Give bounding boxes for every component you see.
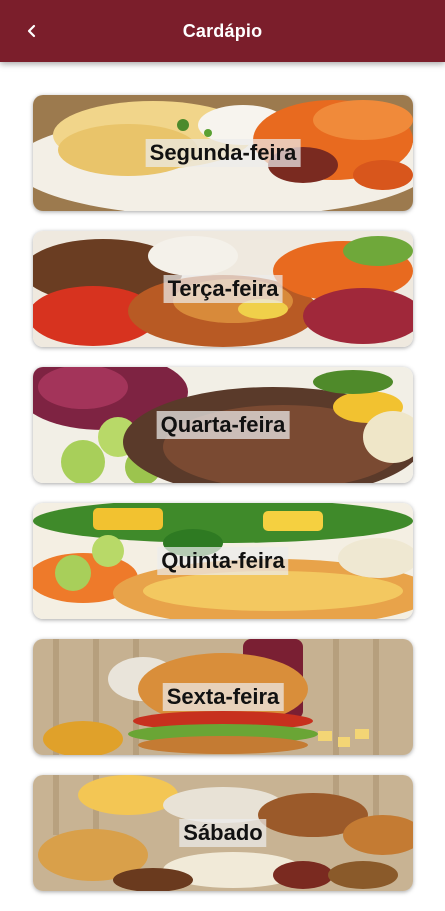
day-label: Quarta-feira bbox=[156, 411, 290, 439]
menu-card-sexta[interactable]: Sexta-feira bbox=[33, 639, 413, 755]
menu-card-segunda[interactable]: Segunda-feira bbox=[33, 95, 413, 211]
back-button[interactable] bbox=[18, 17, 46, 45]
menu-card-terca[interactable]: Terça-feira bbox=[33, 231, 413, 347]
menu-card-sabado[interactable]: Sábado bbox=[33, 775, 413, 891]
day-label: Segunda-feira bbox=[145, 139, 301, 167]
day-label: Sexta-feira bbox=[162, 683, 284, 711]
menu-card-quinta[interactable]: Quinta-feira bbox=[33, 503, 413, 619]
app-header: Cardápio bbox=[0, 0, 445, 62]
weekday-menu-list: Segunda-feira Terça-feira Quarta-feira Q… bbox=[33, 95, 413, 911]
chevron-left-icon bbox=[24, 23, 40, 39]
page-title: Cardápio bbox=[182, 20, 263, 41]
day-label: Sábado bbox=[179, 819, 267, 847]
day-label: Terça-feira bbox=[163, 275, 283, 303]
menu-card-quarta[interactable]: Quarta-feira bbox=[33, 367, 413, 483]
day-label: Quinta-feira bbox=[157, 547, 289, 575]
